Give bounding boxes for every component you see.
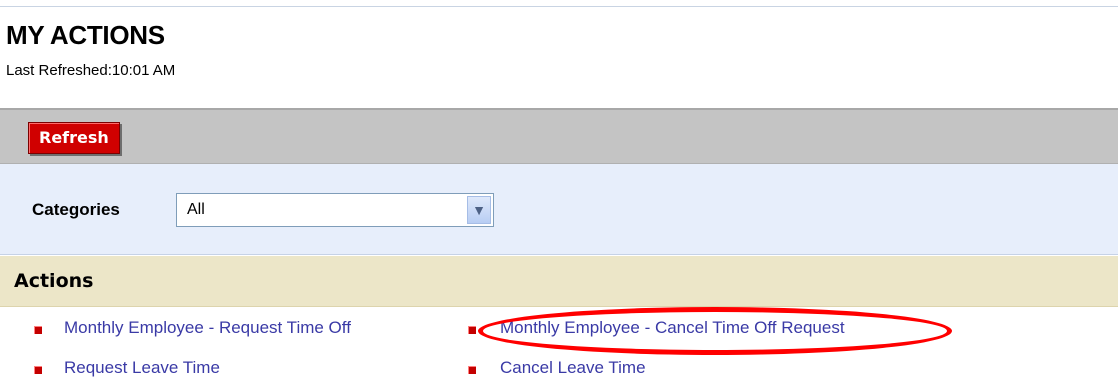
categories-selected-value: All (187, 201, 205, 218)
actions-section-header: Actions (0, 256, 1118, 307)
red-square-bullet-icon (34, 366, 42, 374)
top-divider (0, 6, 1118, 7)
red-square-bullet-icon (468, 326, 476, 334)
action-link-cancel-leave-time[interactable]: Cancel Leave Time (500, 358, 646, 378)
my-actions-page: MY ACTIONS Last Refreshed:10:01 AM Refre… (0, 0, 1118, 391)
red-square-bullet-icon (34, 326, 42, 334)
categories-label: Categories (32, 200, 120, 219)
last-refreshed-text: Last Refreshed:10:01 AM (6, 62, 176, 79)
refresh-button[interactable]: Refresh (28, 122, 120, 154)
action-link-cancel-time-off-request[interactable]: Monthly Employee - Cancel Time Off Reque… (500, 318, 845, 338)
action-link-request-leave-time[interactable]: Request Leave Time (64, 358, 220, 378)
toolbar: Refresh (0, 108, 1118, 164)
categories-select[interactable]: All ▼ (176, 193, 494, 227)
chevron-down-icon[interactable]: ▼ (467, 196, 491, 224)
red-square-bullet-icon (468, 366, 476, 374)
page-title: MY ACTIONS (6, 20, 165, 50)
actions-title: Actions (14, 270, 94, 292)
action-link-request-time-off[interactable]: Monthly Employee - Request Time Off (64, 318, 351, 338)
category-filter-bar: Categories All ▼ (0, 164, 1118, 255)
